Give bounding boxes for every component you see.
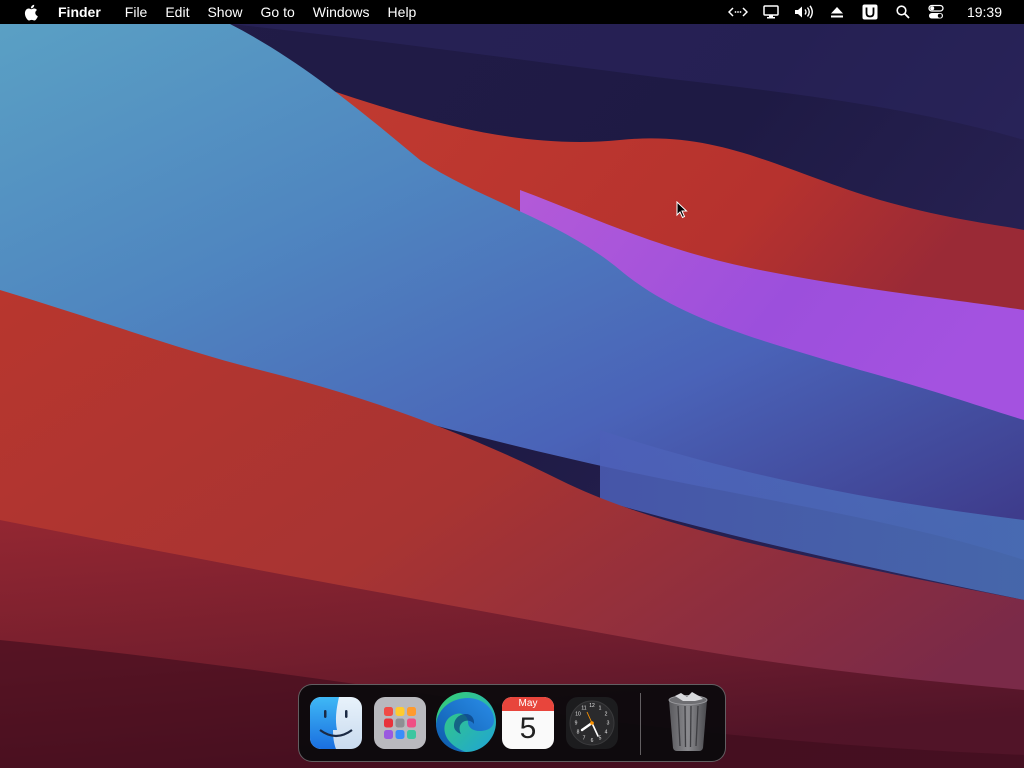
dock-separator — [640, 693, 641, 755]
dock-app-calendar[interactable]: May 5 — [501, 696, 555, 750]
trash-icon — [668, 692, 708, 751]
svg-text:11: 11 — [581, 706, 586, 712]
svg-text:1: 1 — [599, 706, 602, 712]
user-u-icon[interactable] — [859, 0, 881, 24]
svg-text:10: 10 — [575, 712, 581, 718]
svg-text:9: 9 — [575, 721, 578, 727]
svg-text:6: 6 — [591, 738, 594, 744]
clock-icon: 12 12 3 4567 8 9 1011 — [566, 697, 618, 749]
finder-icon — [310, 697, 362, 749]
control-center-icon[interactable] — [925, 0, 947, 24]
svg-text:2: 2 — [605, 712, 608, 718]
svg-text:3: 3 — [607, 721, 610, 727]
svg-text:7: 7 — [583, 736, 586, 742]
menu-show[interactable]: Show — [198, 0, 251, 24]
menu-bar-clock[interactable]: 19:39 — [967, 4, 1002, 20]
edge-icon — [436, 692, 496, 752]
desktop-wallpaper[interactable] — [0, 0, 1024, 768]
screen-sharing-icon[interactable] — [727, 0, 749, 24]
menu-go-to[interactable]: Go to — [252, 0, 304, 24]
calendar-month-label: May — [518, 698, 538, 709]
search-icon[interactable] — [892, 0, 914, 24]
svg-text:12: 12 — [589, 703, 595, 709]
svg-text:8: 8 — [577, 730, 580, 736]
mouse-cursor-icon — [676, 200, 688, 219]
svg-text:5: 5 — [599, 736, 602, 742]
dock-app-clock[interactable]: 12 1 2 3 4567 8 9 10 11 — [565, 696, 619, 750]
eject-icon[interactable] — [826, 0, 848, 24]
menu-bar-status: 19:39 — [716, 0, 1024, 24]
dock-app-launchpad[interactable] — [373, 696, 427, 750]
menu-edit[interactable]: Edit — [156, 0, 198, 24]
dock-app-edge[interactable] — [434, 690, 498, 754]
display-icon[interactable] — [760, 0, 782, 24]
menu-help[interactable]: Help — [379, 0, 426, 24]
menu-bar: Finder File Edit Show Go to Windows Help — [0, 0, 1024, 24]
calendar-day-label: 5 — [519, 712, 537, 745]
dock-app-finder[interactable] — [309, 696, 363, 750]
dock: May 5 12 1 2 3 4567 8 9 10 11 — [298, 684, 726, 762]
apple-logo-icon[interactable] — [21, 3, 39, 21]
launchpad-icon — [374, 697, 426, 749]
menu-windows[interactable]: Windows — [304, 0, 379, 24]
menu-bar-left: Finder File Edit Show Go to Windows Help — [0, 0, 425, 24]
volume-icon[interactable] — [793, 0, 815, 24]
menu-app-name[interactable]: Finder — [58, 0, 116, 24]
svg-text:4: 4 — [605, 730, 608, 736]
dock-trash[interactable] — [661, 690, 715, 752]
menu-file[interactable]: File — [116, 0, 157, 24]
